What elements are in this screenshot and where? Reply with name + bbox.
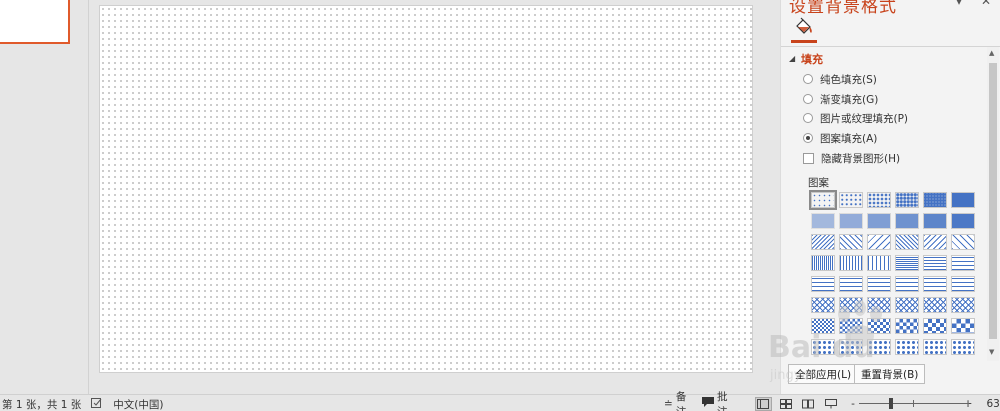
watermark-subtext: jingyan: [770, 368, 818, 383]
status-bar: 第 1 张，共 1 张 中文(中国) ≐ 备注 批注: [0, 391, 1000, 411]
paint-bucket-icon[interactable]: [793, 16, 815, 38]
radio-solid-fill[interactable]: [803, 74, 813, 84]
zoom-percent[interactable]: 63%: [982, 396, 1000, 411]
pattern-swatch[interactable]: [951, 276, 975, 292]
zoom-out-button[interactable]: -: [847, 396, 859, 411]
scroll-thumb[interactable]: [989, 63, 997, 339]
pattern-swatch[interactable]: [839, 234, 863, 250]
pattern-swatch[interactable]: [951, 255, 975, 271]
pattern-swatch[interactable]: [867, 192, 891, 208]
pattern-swatch[interactable]: [867, 255, 891, 271]
slide-canvas[interactable]: [99, 5, 753, 373]
pattern-swatch[interactable]: [923, 213, 947, 229]
pattern-swatch[interactable]: [839, 255, 863, 271]
fill-section-header[interactable]: 填充: [801, 51, 823, 67]
spellcheck-icon[interactable]: [91, 397, 103, 411]
pattern-swatch[interactable]: [923, 255, 947, 271]
tab-underline: [791, 40, 817, 43]
zoom-slider[interactable]: [858, 396, 969, 411]
pattern-swatch[interactable]: [951, 192, 975, 208]
pattern-swatch[interactable]: [867, 276, 891, 292]
baidu-watermark: Bai du jingyan: [760, 300, 960, 390]
comment-icon: [702, 397, 715, 410]
slideshow-icon[interactable]: [823, 397, 839, 411]
pane-title: 设置背景格式: [789, 0, 897, 17]
pattern-swatch[interactable]: [923, 192, 947, 208]
pane-options-icon[interactable]: ▾: [956, 0, 962, 8]
pattern-swatch[interactable]: [839, 192, 863, 208]
pattern-swatch[interactable]: [895, 192, 919, 208]
pattern-swatch[interactable]: [895, 276, 919, 292]
hide-background-graphics-option[interactable]: 隐藏背景图形(H): [803, 150, 900, 166]
pattern-swatch[interactable]: [811, 234, 835, 250]
notes-button[interactable]: ≐ 备注: [660, 391, 698, 411]
normal-view-icon[interactable]: [755, 396, 772, 411]
collapse-caret-icon[interactable]: ◢: [789, 54, 795, 63]
pattern-swatch[interactable]: [895, 234, 919, 250]
pattern-fill-option[interactable]: 图案填充(A): [803, 130, 877, 146]
radio-gradient-fill[interactable]: [803, 94, 813, 104]
notes-label: 备注: [675, 390, 687, 411]
pattern-swatch[interactable]: [811, 255, 835, 271]
zoom-thumb[interactable]: [888, 398, 893, 409]
radio-picture-fill[interactable]: [803, 113, 813, 123]
picture-texture-fill-option[interactable]: 图片或纹理填充(P): [803, 110, 908, 126]
pane-scrollbar[interactable]: ▲ ▼: [987, 47, 999, 361]
zoom-100-tick: [912, 400, 914, 407]
slide-thumbnail-1[interactable]: [0, 0, 70, 44]
scroll-up-icon[interactable]: ▲: [989, 49, 994, 57]
pattern-swatch[interactable]: [951, 234, 975, 250]
comments-button[interactable]: 批注: [698, 391, 739, 411]
hide-graphics-checkbox[interactable]: [803, 152, 814, 164]
checkbox-label: 隐藏背景图形(H): [821, 152, 901, 165]
radio-label: 图案填充(A): [820, 132, 878, 145]
pattern-swatch[interactable]: [839, 276, 863, 292]
notes-icon: ≐: [664, 397, 673, 410]
pattern-swatch[interactable]: [839, 213, 863, 229]
slide-sorter-icon[interactable]: [778, 397, 794, 411]
pattern-swatch[interactable]: [895, 255, 919, 271]
pattern-swatch[interactable]: [923, 234, 947, 250]
language-indicator[interactable]: 中文(中国): [113, 397, 163, 411]
radio-label: 渐变填充(G): [820, 93, 879, 106]
radio-pattern-fill[interactable]: [803, 133, 813, 143]
pattern-swatch[interactable]: [811, 276, 835, 292]
pattern-label: 图案: [808, 177, 829, 189]
pattern-swatch[interactable]: [809, 190, 837, 210]
watermark-text: Bai du: [768, 330, 875, 365]
slide-thumbnail-pane: [0, 0, 88, 394]
scroll-down-icon[interactable]: ▼: [989, 348, 994, 356]
radio-label: 图片或纹理填充(P): [820, 112, 909, 125]
zoom-track: [858, 403, 969, 404]
reading-view-icon[interactable]: [800, 397, 816, 411]
comments-label: 批注: [717, 390, 728, 411]
gradient-fill-option[interactable]: 渐变填充(G): [803, 91, 878, 107]
pane-splitter[interactable]: [88, 0, 89, 394]
pane-close-icon[interactable]: ✕: [981, 0, 991, 8]
solid-fill-option[interactable]: 纯色填充(S): [803, 71, 877, 87]
pattern-swatch[interactable]: [923, 276, 947, 292]
radio-label: 纯色填充(S): [820, 73, 877, 86]
powerpoint-window: 设置背景格式 ▾ ✕ ◢ 填充 纯色填充(S) 渐变填充(G) 图片或纹理填充(…: [0, 0, 1000, 411]
pattern-swatch[interactable]: [895, 213, 919, 229]
slide-count[interactable]: 第 1 张，共 1 张: [2, 397, 81, 411]
pattern-swatch[interactable]: [867, 234, 891, 250]
pattern-swatch[interactable]: [811, 213, 835, 229]
pattern-swatch[interactable]: [951, 213, 975, 229]
pattern-swatch[interactable]: [867, 213, 891, 229]
